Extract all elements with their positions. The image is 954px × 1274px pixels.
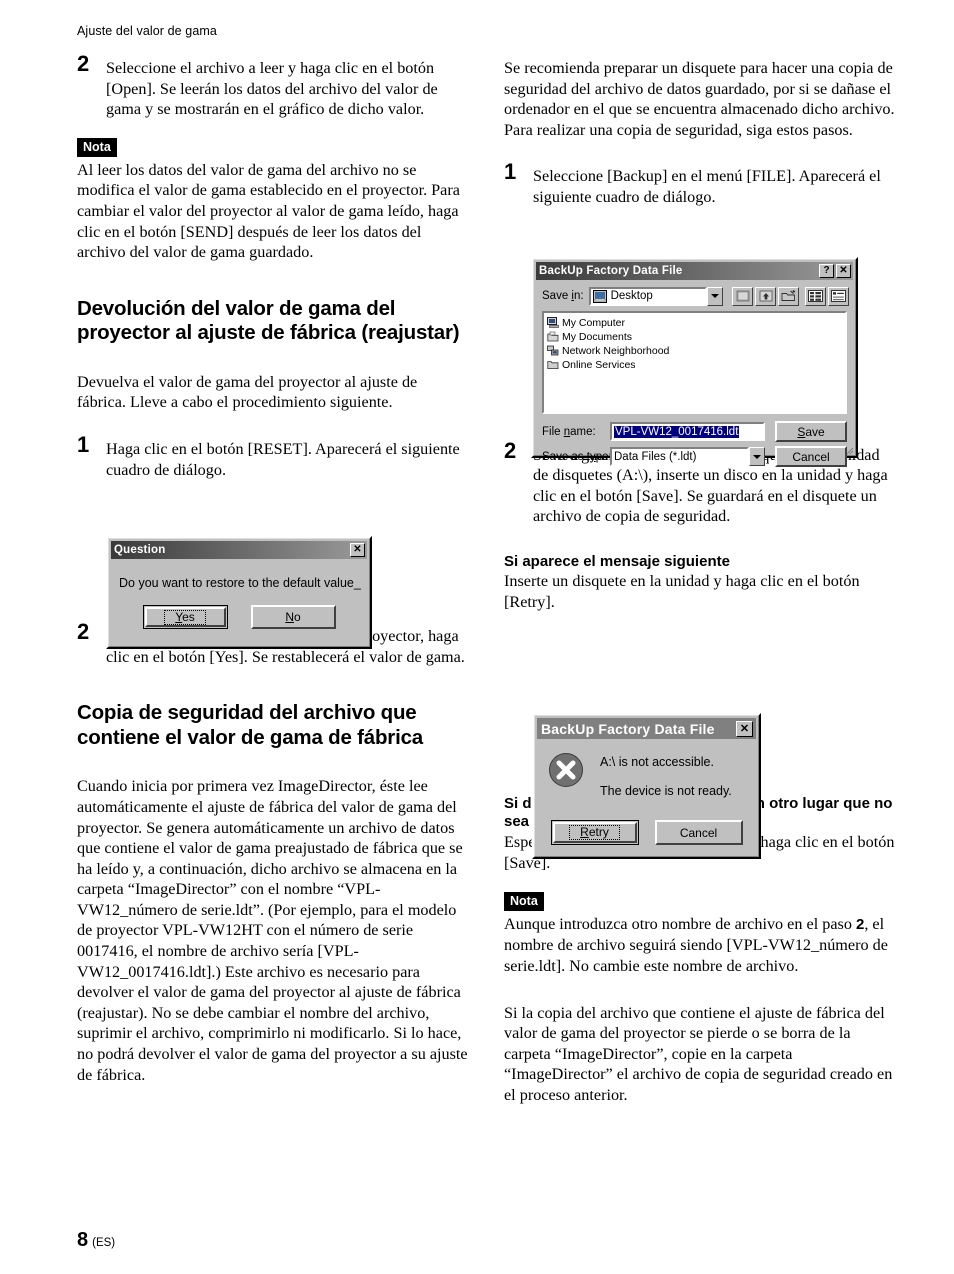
list-item-label: My Computer — [562, 316, 626, 329]
page-number: 8 — [77, 1229, 89, 1251]
no-button-label: o — [293, 610, 301, 624]
section-heading-backup: Copia de seguridad del archivo que conti… — [77, 701, 423, 749]
cancel-button[interactable]: Cancel — [654, 820, 743, 845]
nota-block-right: Nota Aunque introduzca otro nombre de ar… — [504, 891, 896, 977]
step-number: 2 — [504, 437, 517, 463]
save-in-value-field[interactable]: Desktop — [588, 286, 707, 306]
save-button[interactable]: Save — [775, 421, 847, 442]
step-text: Haga clic en el botón [RESET]. Aparecerá… — [106, 439, 460, 479]
file-list[interactable]: My Computer My Documents Network Neighbo… — [542, 311, 847, 414]
network-neighborhood-icon — [547, 345, 559, 356]
step-text: Seleccione el archivo a leer y haga clic… — [106, 59, 438, 119]
backup-intro-text: Se recomienda preparar un disquete para … — [504, 59, 895, 139]
yes-button[interactable]: Yes — [142, 605, 228, 629]
close-icon[interactable]: ✕ — [836, 264, 851, 278]
list-item[interactable]: Network Neighborhood — [547, 344, 845, 357]
step-number: 2 — [77, 51, 90, 76]
save-button-label: ave — [805, 424, 825, 439]
save-as-type-value: Data Files (*.ldt) — [610, 447, 749, 466]
file-name-input[interactable]: VPL-VW12_0017416.ldt — [610, 422, 765, 441]
dialog-message: Do you want to restore to the default va… — [119, 576, 361, 590]
closing-text: Si la copia del archivo que contiene el … — [504, 1003, 893, 1104]
save-in-combo[interactable]: Desktop — [588, 286, 723, 306]
dialog-title: BackUp Factory Data File — [539, 265, 683, 277]
step-number: 2 — [77, 619, 90, 645]
file-name-label: File name: — [542, 425, 596, 438]
nota-block-left: Nota Al leer los datos del valor de gama… — [77, 137, 469, 263]
desktop-icon — [592, 289, 607, 303]
save-in-row: Save in: Desktop — [542, 286, 849, 306]
error-line-1: A:\ is not accessible. — [600, 755, 714, 769]
list-view-icon[interactable] — [805, 286, 826, 306]
step-text: Seleccione [Backup] en el menú [FILE]. A… — [533, 167, 881, 206]
error-x-icon — [549, 753, 583, 787]
my-documents-icon — [547, 331, 559, 342]
dialog-title: BackUp Factory Data File — [541, 720, 715, 737]
step-click-reset: 1 Haga clic en el botón [RESET]. Aparece… — [77, 433, 469, 480]
nota-text: Aunque introduzca otro nombre de archivo… — [504, 914, 896, 977]
yes-button-label: es — [182, 609, 195, 624]
dialog-toolbar — [728, 286, 849, 306]
dialog-titlebar: BackUp Factory Data File ✕ — [537, 718, 756, 739]
step-number: 1 — [504, 159, 517, 185]
save-as-type-combo[interactable]: Data Files (*.ldt) — [610, 447, 765, 466]
my-computer-icon — [547, 317, 559, 328]
cancel-button[interactable]: Cancel — [775, 446, 847, 467]
up-one-level-icon[interactable] — [755, 286, 776, 306]
save-as-type-row: Save as type: Data Files (*.ldt) Cancel — [542, 446, 847, 467]
close-icon[interactable]: ✕ — [350, 543, 365, 557]
step-open-file: 2 Seleccione el archivo a leer y haga cl… — [77, 53, 469, 120]
resize-grip[interactable] — [844, 445, 854, 455]
list-item[interactable]: Online Services — [547, 358, 845, 371]
close-icon[interactable]: ✕ — [736, 720, 753, 737]
error-dialog[interactable]: BackUp Factory Data File ✕ A:\ is not ac… — [532, 713, 761, 859]
save-in-value: Desktop — [610, 290, 653, 302]
page-footer: 8 (ES) — [77, 1230, 115, 1250]
list-item-label: Network Neighborhood — [562, 344, 670, 357]
list-item[interactable]: My Documents — [547, 330, 845, 343]
list-item[interactable]: My Computer — [547, 316, 845, 329]
right-column: Se recomienda preparar un disquete para … — [504, 58, 896, 1106]
backup-description-text: Cuando inicia por primera vez ImageDirec… — [77, 777, 468, 1084]
save-as-type-dropdown-arrow[interactable] — [749, 447, 765, 466]
dialog-title: Question — [114, 544, 166, 556]
save-in-label: Save in: — [542, 290, 584, 302]
nota-badge: Nota — [77, 137, 117, 157]
save-as-type-label: Save as type: — [542, 450, 612, 463]
dialog-titlebar: BackUp Factory Data File ? ✕ — [536, 262, 853, 280]
question-dialog[interactable]: Question ✕ Do you want to restore to the… — [106, 536, 372, 649]
list-item-label: Online Services — [562, 358, 636, 371]
nota-text-a: Aunque introduzca otro nombre de archivo… — [504, 914, 856, 933]
document-page: Ajuste del valor de gama 2 Seleccione el… — [0, 0, 954, 1274]
error-line-2: The device is not ready. — [600, 784, 732, 798]
no-button-mnemonic: N — [285, 610, 294, 624]
retry-button-mnemonic: R — [580, 825, 589, 839]
step-select-backup: 1 Seleccione [Backup] en el menú [FILE].… — [504, 161, 896, 207]
file-name-value: VPL-VW12_0017416.ldt — [614, 425, 740, 438]
details-view-icon[interactable] — [828, 286, 849, 306]
new-folder-icon[interactable] — [778, 286, 799, 306]
help-icon[interactable]: ? — [819, 264, 834, 278]
nota-text: Al leer los datos del valor de gama del … — [77, 160, 460, 262]
nota-badge: Nota — [504, 891, 544, 911]
no-button[interactable]: No — [250, 605, 336, 629]
dialog-titlebar: Question ✕ — [111, 541, 367, 559]
backup-save-dialog[interactable]: BackUp Factory Data File ? ✕ Save in: De… — [531, 257, 858, 467]
reset-intro-text: Devuelva el valor de gama del proyector … — [77, 372, 418, 412]
message-appears-text: Inserte un disquete en la unidad y haga … — [504, 572, 860, 612]
go-to-last-folder-icon[interactable] — [732, 286, 753, 306]
retry-button-label: etry — [588, 825, 609, 839]
file-name-row: File name: VPL-VW12_0017416.ldt Save — [542, 421, 847, 442]
subheading-message-appears: Si aparece el mensaje siguiente — [504, 552, 730, 570]
save-in-dropdown-arrow[interactable] — [707, 286, 723, 306]
section-heading-reset: Devolución del valor de gama del proyect… — [77, 296, 460, 345]
list-item-label: My Documents — [562, 330, 633, 343]
step-number: 1 — [77, 431, 90, 457]
page-language-code: (ES) — [92, 1237, 116, 1249]
folder-icon — [547, 361, 559, 369]
retry-button[interactable]: Retry — [550, 820, 639, 845]
running-head: Ajuste del valor de gama — [77, 24, 217, 38]
